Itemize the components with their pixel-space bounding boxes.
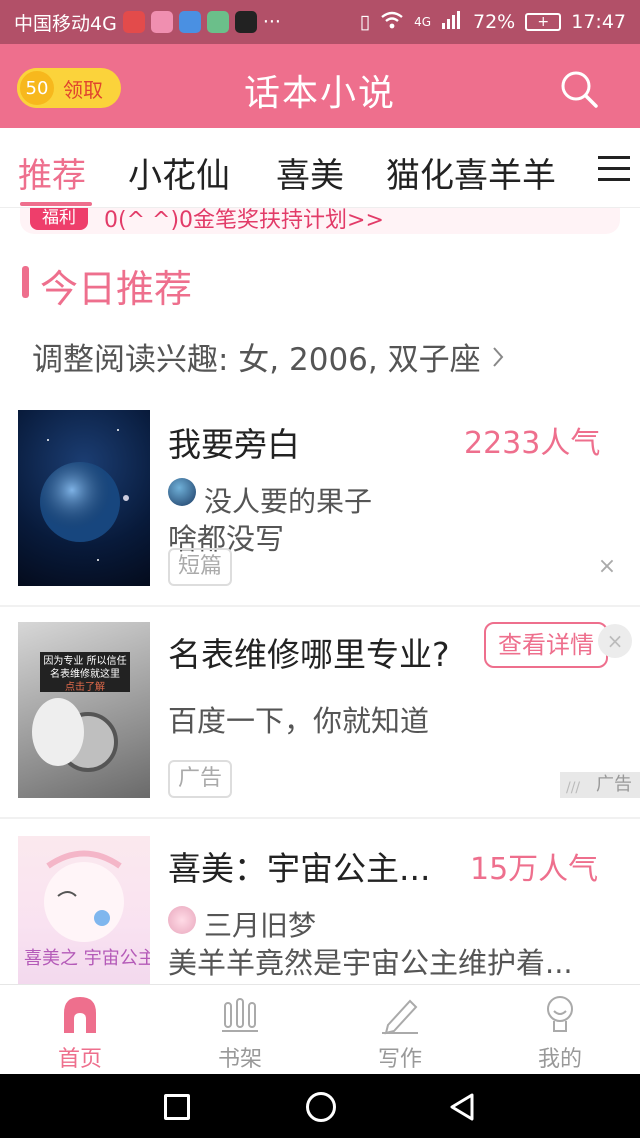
nav-write[interactable]: 写作	[320, 985, 480, 1075]
nav-home[interactable]: 首页	[0, 985, 160, 1075]
book-tag: 短篇	[168, 548, 233, 586]
wifi-icon	[380, 11, 404, 34]
network-type: 4G	[414, 15, 431, 29]
app-header: 50 领取 话本小说	[0, 44, 640, 128]
app-notification-icon	[178, 11, 201, 33]
ad-close-icon[interactable]: ×	[598, 624, 632, 658]
ad-description: 百度一下，你就知道	[168, 704, 430, 738]
ad-view-details-button[interactable]: 查看详情	[484, 622, 608, 668]
nav-home-label: 首页	[57, 1047, 102, 1072]
author-avatar	[168, 906, 196, 934]
app-notification-icon	[206, 11, 229, 33]
nav-bookshelf-label: 书架	[217, 1047, 262, 1072]
tab-xiaohuaxian[interactable]: 小花仙	[128, 148, 230, 197]
book-description: 美羊羊竟然是宇宙公主维护着...	[168, 946, 573, 980]
book-item[interactable]: 喜美之 宇宙公主 喜美：宇宙公主... 15万人气 三月旧梦 美羊羊竟然是宇宙公…	[0, 836, 640, 984]
book-popularity: 15万人气	[470, 852, 599, 887]
chevron-right-icon	[490, 342, 506, 378]
profile-icon	[540, 993, 580, 1035]
battery-percent: 72%	[473, 11, 516, 33]
tab-ximei[interactable]: 喜美	[276, 148, 344, 197]
book-cover: 喜美之 宇宙公主	[18, 836, 150, 984]
close-icon[interactable]: ×	[596, 556, 618, 578]
interest-settings-link[interactable]: 调整阅读兴趣: 女, 2006, 双子座	[32, 334, 506, 379]
tab-maohua-xiyangyang[interactable]: 猫化喜羊羊	[386, 148, 556, 197]
bookshelf-icon	[220, 993, 260, 1035]
ad-cover: 因为专业 所以信任 名表维修就这里 点击了解	[18, 622, 150, 798]
home-button[interactable]	[306, 1092, 336, 1122]
nav-bookshelf[interactable]: 书架	[160, 985, 320, 1075]
book-cover	[18, 410, 150, 586]
nav-profile-label: 我的	[537, 1047, 582, 1072]
section-title: 今日推荐	[40, 267, 193, 311]
tab-recommend[interactable]: 推荐	[18, 148, 86, 197]
system-navigation-bar	[0, 1074, 640, 1138]
active-tab-indicator	[20, 202, 92, 206]
author-avatar	[168, 478, 196, 506]
banner-tag: 福利	[30, 208, 88, 230]
bottom-navigation: 首页 书架 写作 我的	[0, 984, 640, 1074]
section-accent-bar	[22, 266, 29, 298]
book-author: 没人要的果子	[204, 485, 373, 518]
search-icon[interactable]	[556, 66, 602, 112]
home-icon	[60, 993, 100, 1035]
app-notification-icon	[122, 11, 145, 33]
nav-profile[interactable]: 我的	[480, 985, 640, 1075]
book-popularity: 2233人气	[464, 426, 601, 461]
book-item[interactable]: 我要旁白 2233人气 没人要的果子 啥都没写 短篇 ×	[0, 410, 640, 606]
carrier-label: 中国移动4G	[14, 12, 117, 35]
battery-icon: +	[525, 13, 562, 31]
app-notification-icon	[150, 11, 173, 33]
pencil-icon	[380, 993, 420, 1035]
signal-icon	[441, 10, 463, 34]
promo-banner[interactable]: 福利 0(^ ^)0金笔奖扶持计划>>	[20, 208, 620, 234]
clock: 17:47	[571, 11, 626, 33]
more-notifications: ···	[262, 11, 281, 33]
status-bar: 中国移动4G ··· ▯ 4G 72% + 17:47	[0, 0, 640, 44]
vibrate-icon: ▯	[359, 11, 371, 33]
banner-text: 0(^ ^)0金笔奖扶持计划>>	[104, 208, 384, 233]
recent-apps-button[interactable]	[164, 1094, 190, 1120]
ad-mark: /// 广告	[560, 772, 640, 798]
back-button[interactable]	[448, 1092, 476, 1126]
book-title: 喜美：宇宙公主...	[168, 849, 431, 888]
interest-text: 调整阅读兴趣: 女, 2006, 双子座	[32, 342, 481, 378]
menu-icon[interactable]	[598, 156, 630, 182]
tiktok-icon	[234, 11, 257, 33]
book-cover-text: 喜美之 宇宙公主	[24, 948, 150, 969]
book-author: 三月旧梦	[204, 909, 317, 942]
ad-tag: 广告	[168, 760, 233, 798]
divider	[0, 817, 640, 819]
divider	[0, 605, 640, 607]
category-tabs: 推荐 小花仙 喜美 猫化喜羊羊	[0, 128, 640, 208]
ad-title: 名表维修哪里专业?	[168, 635, 450, 674]
nav-write-label: 写作	[377, 1047, 422, 1072]
ad-mark-icon: ///	[566, 780, 581, 796]
book-title: 我要旁白	[168, 425, 300, 464]
app-title: 话本小说	[243, 73, 396, 114]
